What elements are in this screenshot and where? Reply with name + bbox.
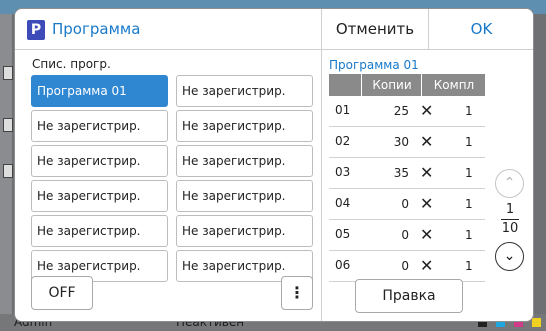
program-table-row[interactable]: 03 35 ✕ 1 (329, 158, 485, 189)
row-number: 06 (335, 258, 351, 272)
program-table-row[interactable]: 05 0 ✕ 1 (329, 220, 485, 251)
cancel-button[interactable]: Отменить (321, 9, 428, 49)
program-table-header: Копии Компл (329, 74, 485, 96)
column-header-copies: Копии (361, 74, 422, 96)
program-table-row[interactable]: 06 0 ✕ 1 (329, 251, 485, 282)
row-number: 04 (335, 196, 351, 210)
row-copies: 0 (401, 197, 409, 211)
program-list-item[interactable]: Не зарегистрир. (31, 180, 168, 212)
row-number: 05 (335, 227, 351, 241)
document-icon (3, 164, 13, 178)
row-number: 03 (335, 165, 351, 179)
scroll-down-button[interactable]: ⌄ (495, 242, 524, 271)
column-header-sets: Компл (421, 74, 486, 96)
program-list-item[interactable]: Не зарегистрир. (176, 215, 313, 247)
document-icon (3, 66, 13, 80)
program-list-item[interactable]: Не зарегистрир. (31, 145, 168, 177)
multiply-icon: ✕ (420, 163, 434, 182)
program-list-item[interactable]: Не зарегистрир. (31, 110, 168, 142)
chevron-up-icon: ⌃ (503, 175, 516, 191)
row-number: 02 (335, 134, 351, 148)
dialog-header: P Программа Отменить OK (15, 9, 533, 50)
row-number: 01 (335, 103, 351, 117)
page-current: 1 (505, 202, 515, 217)
row-sets: 1 (465, 259, 473, 273)
more-options-button[interactable]: ⋮ (281, 276, 313, 310)
row-sets: 1 (465, 197, 473, 211)
multiply-icon: ✕ (420, 256, 434, 275)
row-sets: 1 (465, 135, 473, 149)
program-detail-title: Программа 01 (329, 58, 419, 72)
row-sets: 1 (465, 228, 473, 242)
multiply-icon: ✕ (420, 194, 434, 213)
row-copies: 30 (393, 135, 409, 149)
row-copies: 0 (401, 259, 409, 273)
dialog-title: Программа (52, 20, 141, 38)
program-list-item[interactable]: Не зарегистрир. (176, 180, 313, 212)
ink-y-indicator (532, 318, 541, 327)
program-dialog: P Программа Отменить OK Спис. прогр. Про… (14, 8, 534, 322)
row-copies: 0 (401, 228, 409, 242)
background-sidebar (0, 14, 13, 314)
program-list-item[interactable]: Не зарегистрир. (31, 215, 168, 247)
program-list-item[interactable]: Программа 01 (31, 75, 168, 107)
multiply-icon: ✕ (420, 225, 434, 244)
program-table-row[interactable]: 02 30 ✕ 1 (329, 127, 485, 158)
multiply-icon: ✕ (420, 132, 434, 151)
scroll-up-button[interactable]: ⌃ (495, 169, 524, 198)
panel-divider (321, 50, 322, 321)
row-sets: 1 (465, 166, 473, 180)
program-list-label: Спис. прогр. (32, 57, 111, 71)
ok-button[interactable]: OK (428, 9, 533, 49)
page-fraction-line (501, 219, 519, 220)
program-list-item[interactable]: Не зарегистрир. (176, 145, 313, 177)
program-list-item[interactable]: Не зарегистрир. (176, 110, 313, 142)
off-button[interactable]: OFF (31, 276, 93, 310)
document-icon (3, 118, 13, 132)
row-copies: 25 (393, 104, 409, 118)
edit-button[interactable]: Правка (355, 279, 463, 313)
page-total: 10 (501, 221, 519, 236)
multiply-icon: ✕ (420, 101, 434, 120)
row-sets: 1 (465, 104, 473, 118)
row-copies: 35 (393, 166, 409, 180)
chevron-down-icon: ⌄ (503, 248, 516, 264)
program-table-row[interactable]: 04 0 ✕ 1 (329, 189, 485, 220)
program-table-row[interactable]: 01 25 ✕ 1 (329, 96, 485, 127)
program-list-item[interactable]: Не зарегистрир. (176, 75, 313, 107)
program-icon: P (27, 20, 45, 40)
